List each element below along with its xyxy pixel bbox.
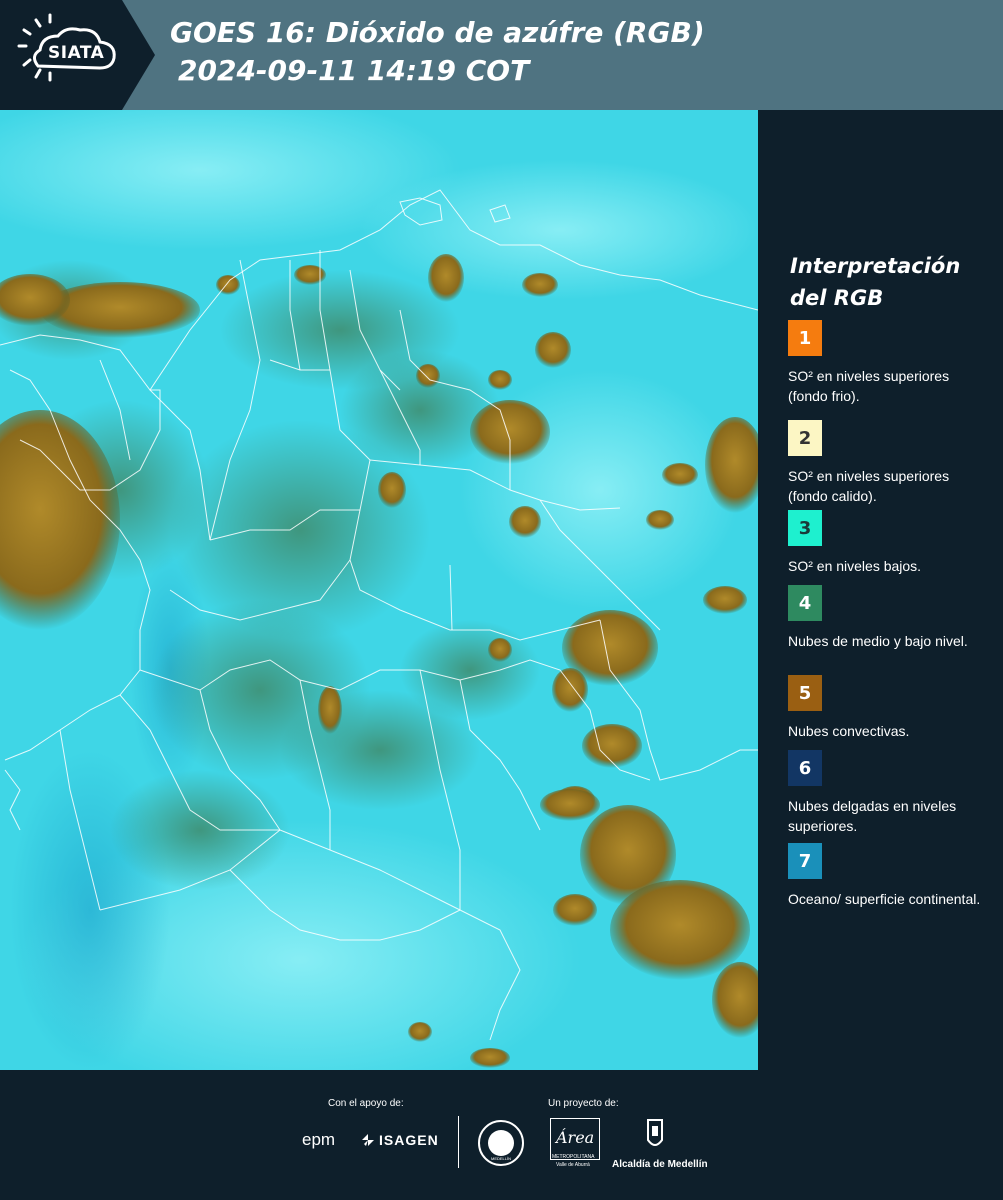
area-logo-word: Área: [556, 1128, 595, 1147]
legend-swatch-2: 2: [788, 420, 822, 456]
siata-logo-text: SIATA: [48, 43, 105, 63]
epm-logo: epm: [302, 1130, 336, 1149]
legend-item-3: 3 SO² en niveles bajos.: [788, 510, 988, 576]
legend-swatch-7: 7: [788, 843, 822, 879]
area-valle-text: Valle de Aburrá: [556, 1162, 590, 1168]
area-metropolitana-logo: Área METROPOLITANA Valle de Aburrá: [550, 1118, 602, 1170]
legend-desc-4: Nubes de medio y bajo nivel.: [788, 633, 968, 649]
legend-item-4: 4 Nubes de medio y bajo nivel.: [788, 585, 988, 651]
map-image: [0, 110, 758, 1070]
legend-swatch-4: 4: [788, 585, 822, 621]
legend-swatch-3: 3: [788, 510, 822, 546]
page-timestamp: 2024-09-11 14:19 COT: [178, 54, 530, 87]
legend-swatch-5: 5: [788, 675, 822, 711]
legend-item-1: 1 SO² en niveles superiores (fondo frio)…: [788, 320, 988, 406]
footer-divider: [458, 1116, 459, 1168]
legend-swatch-6: 6: [788, 750, 822, 786]
footer: Con el apoyo de: Un proyecto de: epm ISA…: [0, 1070, 1003, 1200]
isagen-icon: [362, 1134, 374, 1146]
legend-desc-1: SO² en niveles superiores (fondo frio).: [788, 368, 950, 404]
isagen-text: ISAGEN: [379, 1132, 439, 1148]
legend-swatch-1: 1: [788, 320, 822, 356]
siata-logo: SIATA: [0, 0, 155, 110]
legend-desc-6: Nubes delgadas en niveles superiores.: [788, 798, 957, 834]
legend-title: Interpretación del RGB: [790, 250, 1000, 314]
support-label: Con el apoyo de:: [328, 1098, 404, 1109]
medellin-seal: MEDELLÍN: [478, 1120, 524, 1166]
legend-desc-7: Oceano/ superficie continental.: [788, 891, 981, 907]
alcaldia-text: Alcaldía de Medellín: [612, 1159, 708, 1170]
legend-item-5: 5 Nubes convectivas.: [788, 675, 988, 741]
legend-item-6: 6 Nubes delgadas en niveles superiores.: [788, 750, 988, 836]
area-metro-text: METROPOLITANA: [552, 1154, 595, 1160]
isagen-logo: ISAGEN: [360, 1132, 439, 1148]
seal-icon: [488, 1130, 514, 1156]
legend-desc-2: SO² en niveles superiores (fondo calido)…: [788, 468, 950, 504]
seal-text: MEDELLÍN: [490, 1156, 511, 1161]
legend-title-line2: del RGB: [790, 286, 884, 310]
legend-desc-5: Nubes convectivas.: [788, 723, 910, 739]
header-bar: SIATA GOES 16: Dióxido de azúfre (RGB) 2…: [0, 0, 1003, 110]
legend-panel: Interpretación del RGB 1 SO² en niveles …: [758, 110, 1003, 1070]
legend-item-7: 7 Oceano/ superficie continental.: [788, 843, 988, 909]
legend-item-2: 2 SO² en niveles superiores (fondo calid…: [788, 420, 988, 506]
legend-title-line1: Interpretación: [790, 254, 961, 278]
alcaldia-logo: [638, 1118, 672, 1154]
satellite-map: [0, 110, 758, 1070]
page-title: GOES 16: Dióxido de azúfre (RGB): [170, 16, 705, 49]
project-label: Un proyecto de:: [548, 1098, 619, 1109]
legend-desc-3: SO² en niveles bajos.: [788, 558, 922, 574]
coat-of-arms-icon: [647, 1119, 663, 1146]
